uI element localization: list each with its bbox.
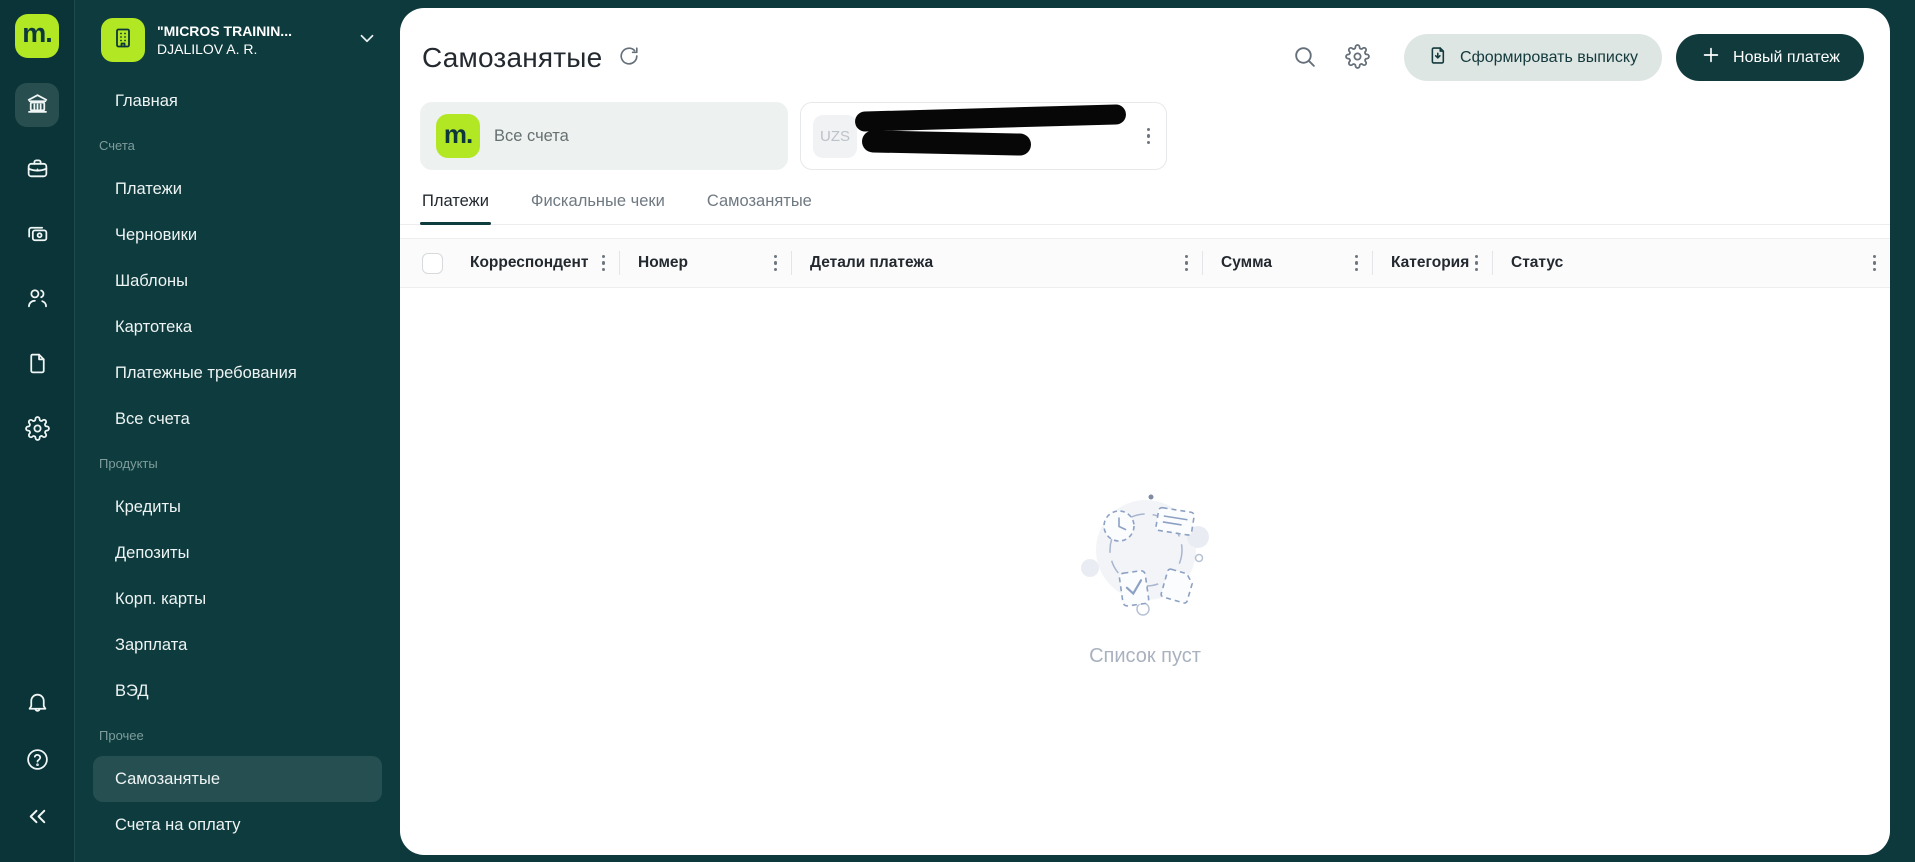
notifications-button[interactable] bbox=[15, 682, 59, 726]
refresh-button[interactable] bbox=[618, 45, 640, 70]
page-title: Самозанятые bbox=[422, 42, 602, 74]
sidebar-section-prochee: Прочее bbox=[93, 714, 382, 756]
column-header-kategoriya: Категория bbox=[1391, 254, 1469, 272]
sidebar-item-platezhnye-trebovaniya[interactable]: Платежные требования bbox=[93, 350, 382, 396]
sidebar-item-shablony[interactable]: Шаблоны bbox=[93, 258, 382, 304]
sidebar-item-glavnaya[interactable]: Главная bbox=[93, 78, 382, 124]
table-settings-button[interactable] bbox=[1345, 44, 1370, 72]
rail-item-people[interactable] bbox=[15, 278, 59, 322]
document-icon bbox=[25, 351, 50, 379]
column-menu-button[interactable] bbox=[1181, 251, 1192, 275]
sidebar-item-kartoteka[interactable]: Картотека bbox=[93, 304, 382, 350]
gear-icon bbox=[1345, 44, 1370, 72]
rail-item-bank[interactable] bbox=[15, 83, 59, 127]
building-icon bbox=[111, 26, 135, 55]
empty-state-illustration bbox=[1081, 492, 1209, 625]
sidebar-item-platezhi[interactable]: Платежи bbox=[93, 166, 382, 212]
cards-icon bbox=[25, 221, 50, 249]
company-name-line2: DJALILOV A. R. bbox=[157, 41, 344, 57]
sidebar-section-scheta: Счета bbox=[93, 124, 382, 166]
brand-mini-logo: m. bbox=[436, 114, 480, 158]
select-all-checkbox[interactable] bbox=[422, 253, 443, 274]
sidebar-item-scheta-na-oplatu[interactable]: Счета на оплату bbox=[93, 802, 382, 848]
brand-logo-text: m. bbox=[22, 20, 52, 47]
tab-samozanyatye[interactable]: Самозанятые bbox=[707, 192, 812, 224]
company-avatar bbox=[101, 18, 145, 62]
main-panel: Самозанятые Сформировать выписку Новый п… bbox=[400, 8, 1890, 855]
rail-item-briefcase[interactable] bbox=[15, 148, 59, 192]
bank-icon bbox=[25, 91, 50, 119]
rail-nav bbox=[15, 83, 59, 452]
column-menu-button[interactable] bbox=[1869, 251, 1880, 275]
column-header-status: Статус bbox=[1511, 254, 1563, 272]
help-button[interactable] bbox=[15, 739, 59, 783]
generate-statement-button[interactable]: Сформировать выписку bbox=[1404, 34, 1662, 81]
panel-header: Самозанятые Сформировать выписку Новый п… bbox=[400, 8, 1890, 81]
generate-statement-label: Сформировать выписку bbox=[1460, 49, 1638, 67]
currency-badge: UZS bbox=[813, 115, 857, 158]
sidebar-item-depozity[interactable]: Депозиты bbox=[93, 530, 382, 576]
gear-icon bbox=[25, 416, 50, 444]
brand-mini-logo-text: m. bbox=[444, 121, 472, 147]
menu-sidebar: "MICROS TRAININ... DJALILOV A. R. Главна… bbox=[75, 0, 400, 862]
redaction-stroke-top bbox=[855, 104, 1126, 132]
tab-platezhi[interactable]: Платежи bbox=[422, 192, 489, 224]
chevron-down-icon bbox=[356, 27, 378, 54]
company-name: "MICROS TRAININ... DJALILOV A. R. bbox=[157, 23, 344, 57]
plus-icon bbox=[1700, 44, 1722, 71]
rail-item-documents[interactable] bbox=[15, 343, 59, 387]
rail-item-cards[interactable] bbox=[15, 213, 59, 257]
column-menu-button[interactable] bbox=[598, 251, 609, 275]
tab-bar: Платежи Фискальные чеки Самозанятые bbox=[400, 192, 1890, 225]
sidebar-item-chernoviki[interactable]: Черновики bbox=[93, 212, 382, 258]
column-menu-button[interactable] bbox=[1351, 251, 1362, 275]
accounts-row: m. Все счета UZS bbox=[400, 81, 1890, 170]
account-menu-button[interactable] bbox=[1143, 124, 1154, 148]
refresh-icon bbox=[618, 45, 640, 70]
sidebar-item-ved[interactable]: ВЭД bbox=[93, 668, 382, 714]
rail-bottom bbox=[15, 682, 59, 840]
column-header-summa: Сумма bbox=[1221, 254, 1272, 272]
column-menu-button[interactable] bbox=[770, 251, 781, 275]
sidebar-item-korp-karty[interactable]: Корп. карты bbox=[93, 576, 382, 622]
double-chevron-left-icon bbox=[25, 804, 50, 832]
column-menu-button[interactable] bbox=[1471, 251, 1482, 275]
empty-state-message: Список пуст bbox=[1089, 645, 1201, 668]
sidebar-item-samozanyatye[interactable]: Самозанятые bbox=[93, 756, 382, 802]
redaction-stroke-bottom bbox=[862, 130, 1031, 156]
question-icon bbox=[25, 747, 50, 775]
sidebar-item-vse-scheta[interactable]: Все счета bbox=[93, 396, 382, 442]
briefcase-icon bbox=[25, 156, 50, 184]
column-header-korrespondent: Корреспондент bbox=[470, 254, 589, 272]
column-header-detali-platezha: Детали платежа bbox=[810, 254, 933, 272]
collapse-sidebar-button[interactable] bbox=[15, 796, 59, 840]
search-button[interactable] bbox=[1292, 44, 1317, 72]
company-name-line1: "MICROS TRAININ... bbox=[157, 23, 344, 39]
all-accounts-card[interactable]: m. Все счета bbox=[420, 102, 788, 170]
header-actions: Сформировать выписку Новый платеж bbox=[1292, 34, 1864, 81]
new-payment-button[interactable]: Новый платеж bbox=[1676, 34, 1864, 81]
company-selector[interactable]: "MICROS TRAININ... DJALILOV A. R. bbox=[93, 0, 382, 74]
tab-fiskalnye-cheki[interactable]: Фискальные чеки bbox=[531, 192, 665, 224]
column-header-nomer: Номер bbox=[638, 254, 688, 272]
rail-item-settings[interactable] bbox=[15, 408, 59, 452]
sidebar-section-produkty: Продукты bbox=[93, 442, 382, 484]
sidebar-item-kredity[interactable]: Кредиты bbox=[93, 484, 382, 530]
search-icon bbox=[1292, 44, 1317, 72]
new-payment-label: Новый платеж bbox=[1733, 49, 1840, 67]
table-header: Корреспондент Номер Детали платежа Сумма… bbox=[400, 238, 1890, 288]
icon-rail: m. bbox=[0, 0, 75, 862]
all-accounts-label: Все счета bbox=[494, 127, 569, 146]
uzs-account-card[interactable]: UZS bbox=[800, 102, 1167, 170]
document-download-icon bbox=[1428, 45, 1449, 71]
sidebar-item-zarplata[interactable]: Зарплата bbox=[93, 622, 382, 668]
brand-logo[interactable]: m. bbox=[15, 14, 59, 58]
bell-icon bbox=[25, 690, 50, 718]
empty-state: Список пуст bbox=[400, 492, 1890, 668]
people-icon bbox=[25, 286, 50, 314]
sidebar-menu: Главная Счета Платежи Черновики Шаблоны … bbox=[93, 78, 382, 848]
